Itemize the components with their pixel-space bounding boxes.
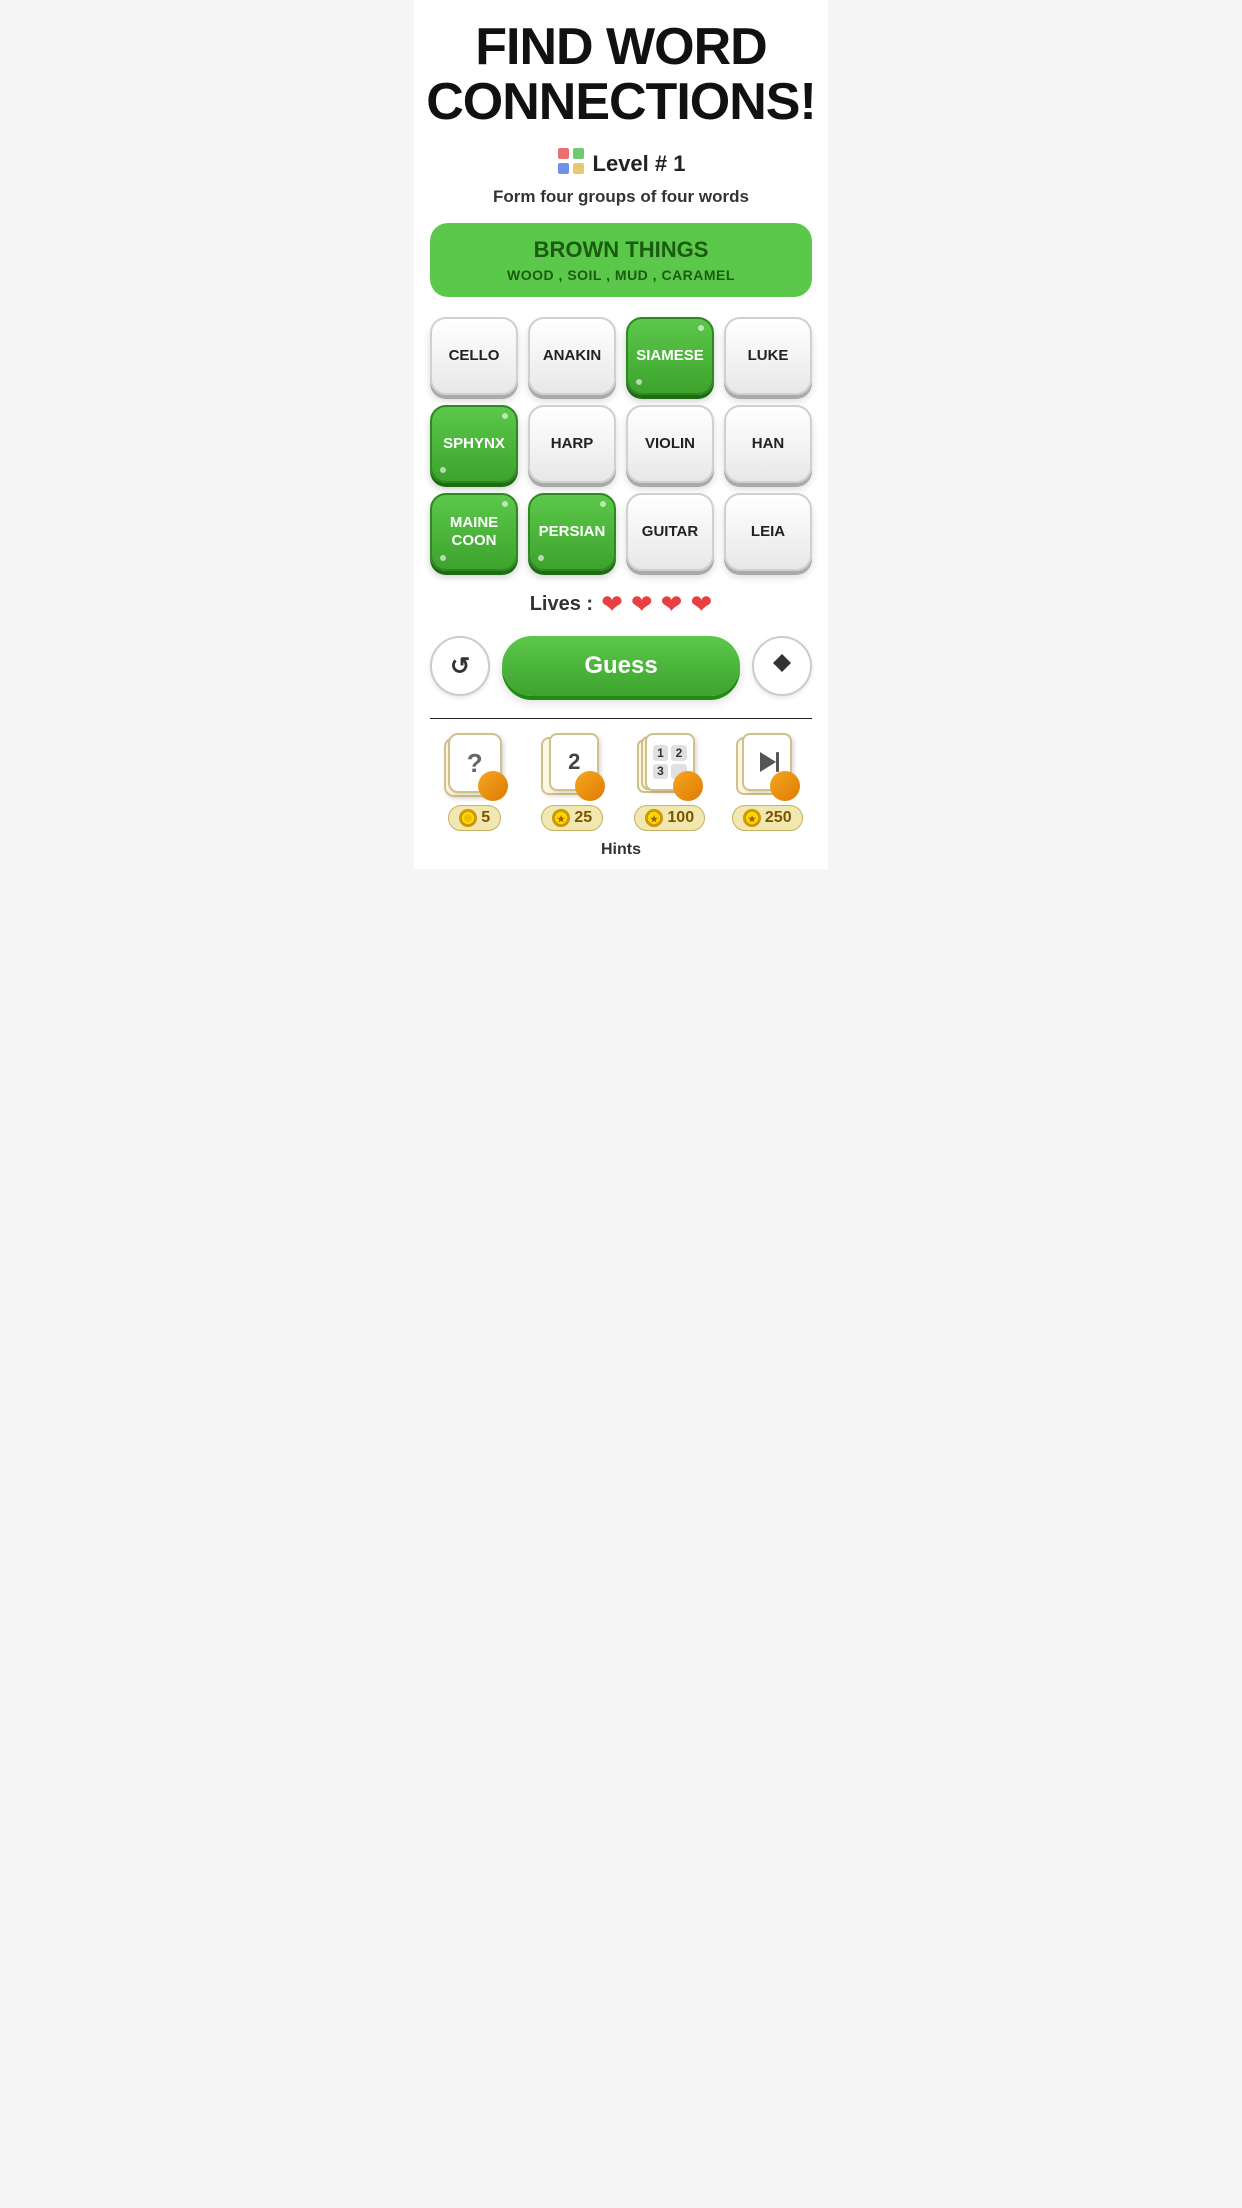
refresh-icon: ↺ bbox=[450, 652, 470, 681]
heart-2: ❤ bbox=[631, 589, 653, 620]
actions-row: ↺ Guess bbox=[430, 636, 812, 696]
hint-cost-3: ★ 100 bbox=[634, 805, 705, 831]
tile-sphynx[interactable]: SPHYNX bbox=[430, 405, 518, 483]
hint-amount-1: 5 bbox=[481, 809, 490, 827]
hint-amount-2: 25 bbox=[574, 809, 592, 827]
word-grid: CELLO ANAKIN SIAMESE LUKE SPHYNX HARP VI… bbox=[430, 317, 812, 571]
heart-4: ❤ bbox=[690, 589, 712, 620]
hint-orange-badge-4 bbox=[770, 771, 800, 801]
hints-section-label: Hints bbox=[430, 841, 812, 859]
hint-1234-icon-wrap: 4 1 1 2 3 bbox=[637, 733, 703, 799]
tile-persian[interactable]: PERSIAN bbox=[528, 493, 616, 571]
heart-3: ❤ bbox=[661, 589, 683, 620]
tile-leia[interactable]: LEIA bbox=[724, 493, 812, 571]
lives-row: Lives : ❤ ❤ ❤ ❤ bbox=[530, 589, 713, 620]
hint-cost-4: ★ 250 bbox=[732, 805, 803, 831]
solved-group-title: BROWN THINGS bbox=[450, 237, 792, 263]
coin-icon-2: ★ bbox=[552, 809, 570, 827]
coin-icon-1 bbox=[459, 809, 477, 827]
hint-amount-4: 250 bbox=[765, 809, 792, 827]
lives-label: Lives : bbox=[530, 593, 593, 616]
app-title: FIND WORD CONNECTIONS! bbox=[426, 20, 816, 129]
guess-button[interactable]: Guess bbox=[502, 636, 740, 696]
hint-question-icon-wrap: ? bbox=[442, 733, 508, 799]
svg-text:★: ★ bbox=[748, 814, 757, 824]
svg-text:★: ★ bbox=[650, 814, 659, 824]
hint-orange-badge-1 bbox=[478, 771, 508, 801]
heart-1: ❤ bbox=[601, 589, 623, 620]
tile-guitar[interactable]: GUITAR bbox=[626, 493, 714, 571]
hint-orange-badge-3 bbox=[673, 771, 703, 801]
refresh-button[interactable]: ↺ bbox=[430, 636, 490, 696]
level-text: Level # 1 bbox=[593, 151, 686, 177]
solved-group-card: BROWN THINGS WOOD , SOIL , MUD , CARAMEL bbox=[430, 223, 812, 297]
hint-item-3[interactable]: 4 1 1 2 3 bbox=[625, 733, 715, 831]
erase-button[interactable] bbox=[752, 636, 812, 696]
hint-cost-1: 5 bbox=[448, 805, 501, 831]
tile-maine-coon[interactable]: MAINE COON bbox=[430, 493, 518, 571]
level-row: Level # 1 bbox=[557, 147, 686, 181]
hint-amount-3: 100 bbox=[667, 809, 694, 827]
subtitle: Form four groups of four words bbox=[493, 187, 749, 207]
hint-item-1[interactable]: ? 5 bbox=[430, 733, 520, 831]
tile-cello[interactable]: CELLO bbox=[430, 317, 518, 395]
coin-icon-4: ★ bbox=[743, 809, 761, 827]
hint-item-2[interactable]: 1 2 ★ 25 bbox=[528, 733, 618, 831]
hint-item-4[interactable]: ★ 250 bbox=[723, 733, 813, 831]
hints-grid: ? 5 1 bbox=[430, 733, 812, 831]
tile-violin[interactable]: VIOLIN bbox=[626, 405, 714, 483]
hint-cost-2: ★ 25 bbox=[541, 805, 603, 831]
app-container: FIND WORD CONNECTIONS! Level # 1 Form fo… bbox=[414, 0, 828, 869]
svg-text:★: ★ bbox=[557, 814, 566, 824]
coin-icon-3: ★ bbox=[645, 809, 663, 827]
tile-han[interactable]: HAN bbox=[724, 405, 812, 483]
level-icon bbox=[557, 147, 585, 181]
tile-anakin[interactable]: ANAKIN bbox=[528, 317, 616, 395]
eraser-icon bbox=[770, 651, 794, 681]
tile-harp[interactable]: HARP bbox=[528, 405, 616, 483]
solved-group-words: WOOD , SOIL , MUD , CARAMEL bbox=[450, 267, 792, 283]
hint-12-icon-wrap: 1 2 bbox=[539, 733, 605, 799]
tile-siamese[interactable]: SIAMESE bbox=[626, 317, 714, 395]
hints-section: ? 5 1 bbox=[430, 718, 812, 859]
hint-play-icon-wrap bbox=[734, 733, 800, 799]
hint-orange-badge-2 bbox=[575, 771, 605, 801]
tile-luke[interactable]: LUKE bbox=[724, 317, 812, 395]
